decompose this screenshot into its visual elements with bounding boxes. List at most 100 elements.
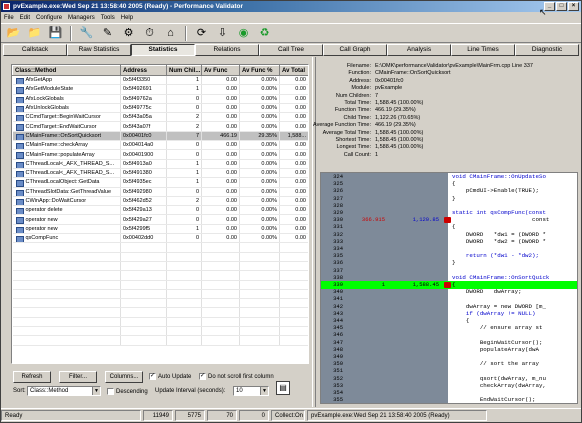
- tab-analysis[interactable]: Analysis: [387, 44, 451, 56]
- column-header[interactable]: Av Func %: [239, 65, 280, 76]
- source-code-view[interactable]: 324 void CMainFrame::OnUpdateSo 325{326 pC…: [320, 172, 578, 404]
- menu-item-managers[interactable]: Managers: [68, 15, 95, 21]
- empty-cell: [239, 335, 280, 346]
- empty-cell: [12, 270, 121, 281]
- close-button[interactable]: ×: [568, 2, 579, 11]
- folder-icon[interactable]: 📁: [26, 25, 43, 42]
- column-header[interactable]: Class::Method: [12, 65, 121, 76]
- table-row[interactable]: CCmdTarget::EndWaitCursor 0x5f43a07f 2 0.00…: [12, 121, 308, 132]
- table-row[interactable]: CThreadLocal<_AFX_THREAD_S... 0x5f491380 1…: [12, 168, 308, 179]
- empty-row: [12, 270, 308, 281]
- table-row[interactable]: operator new 0x5f4299f5 1 0.00 0.00% 0.00: [12, 224, 308, 235]
- status-field: 0: [239, 410, 269, 421]
- table-row[interactable]: CThreadSlotData::GetThreadValue 0x5f49298…: [12, 187, 308, 197]
- empty-row: [12, 298, 308, 309]
- table-row[interactable]: CMainFrame::checkArray 0x004014a0 0 0.00 0.0…: [12, 140, 308, 151]
- empty-cell: [279, 335, 308, 346]
- column-header[interactable]: Av Func: [201, 65, 240, 76]
- status-field: 11949: [143, 410, 173, 421]
- empty-cell: [239, 242, 280, 253]
- table-row[interactable]: CWinApp::DoWaitCursor 0x5f462d52 2 0.00 0.00…: [12, 196, 308, 207]
- column-header[interactable]: Av Total: [279, 65, 308, 76]
- tab-relations[interactable]: Relations: [195, 44, 259, 56]
- settings-icon[interactable]: ⚙: [120, 25, 137, 42]
- table-row[interactable]: AfxGetApp 0x5f4f3350 1 0.00 0.00% 0.00: [12, 75, 308, 86]
- menu-item-help[interactable]: Help: [121, 15, 133, 21]
- tab-callstack[interactable]: Callstack: [3, 44, 67, 56]
- descending-checkbox[interactable]: Descending: [107, 388, 148, 395]
- export-icon[interactable]: ⇩: [214, 25, 231, 42]
- table-row[interactable]: operator new 0x5f429a27 0 0.00 0.00% 0.00: [12, 214, 308, 225]
- table-cell: 0.00: [279, 187, 308, 197]
- refresh-icon[interactable]: ⟳: [193, 25, 210, 42]
- empty-cell: [166, 252, 202, 262]
- tab-statistics[interactable]: Statistics: [131, 44, 195, 56]
- no-scroll-box[interactable]: ✓: [199, 373, 206, 380]
- auto-update-box[interactable]: ✓: [149, 373, 156, 380]
- table-cell: CThreadLocal<_AFX_THREAD_S...: [12, 168, 121, 179]
- table-cell: 1: [166, 224, 202, 235]
- descending-box[interactable]: [107, 388, 114, 395]
- globe-icon[interactable]: ◉: [235, 25, 252, 42]
- statistics-grid[interactable]: Class::Method Address Num Chil... Av Func Av…: [11, 64, 309, 364]
- column-header[interactable]: Address: [120, 65, 167, 76]
- empty-cell: [120, 317, 167, 328]
- table-cell: 1: [166, 159, 202, 169]
- table-row[interactable]: operator delete 0x5f429a13 0 0.00 0.00% 0.00: [12, 205, 308, 216]
- tab-call-graph[interactable]: Call Graph: [323, 44, 387, 56]
- table-row[interactable]: AfxUnlockGlobals 0x5f49775c 0 0.00 0.00% 0.00: [12, 103, 308, 114]
- table-cell: 0.00: [201, 177, 240, 188]
- table-row[interactable]: CMainFrame::populateArray 0x00401900 0 0.00…: [12, 149, 308, 160]
- table-row[interactable]: CCmdTarget::BeginWaitCursor 0x5f43a05a 2 0.…: [12, 112, 308, 123]
- table-cell: 0.00: [201, 94, 240, 104]
- wand-icon[interactable]: ✎: [99, 25, 116, 42]
- menu-item-file[interactable]: File: [4, 15, 14, 21]
- no-scroll-checkbox[interactable]: ✓ Do not scroll first column: [199, 373, 274, 380]
- splitter[interactable]: [312, 57, 316, 407]
- maximize-button[interactable]: □: [556, 2, 567, 11]
- open-icon[interactable]: 📂: [5, 25, 22, 42]
- menu-item-tools[interactable]: Tools: [101, 15, 115, 21]
- table-cell: CThreadLocalObject::GetData: [12, 177, 121, 188]
- toolbar-separator: [185, 25, 187, 41]
- table-row[interactable]: CThreadLocal<_AFX_THREAD_S... 0x5f4913a0 1…: [12, 159, 308, 169]
- table-cell: 0: [166, 149, 202, 160]
- refresh-button[interactable]: Refresh: [13, 371, 51, 383]
- info-key: Address:: [349, 77, 371, 84]
- tab-diagnostic[interactable]: Diagnostic: [515, 44, 579, 56]
- empty-cell: [279, 242, 308, 253]
- table-cell: 0.00: [279, 196, 308, 207]
- stopwatch-icon[interactable]: ⏱: [141, 25, 158, 42]
- table-row[interactable]: CThreadLocalObject::GetData 0x5f4935ec 1 0.…: [12, 177, 308, 188]
- auto-update-checkbox[interactable]: ✓ Auto Update: [149, 373, 191, 380]
- empty-cell: [279, 317, 308, 328]
- save-icon[interactable]: 💾: [47, 25, 64, 42]
- wizard-icon[interactable]: 🔧: [78, 25, 95, 42]
- sort-select[interactable]: Class::Method ▼: [27, 386, 101, 396]
- tab-raw-statistics[interactable]: Raw Statistics: [67, 44, 131, 56]
- info-key: Average Function Time:: [313, 122, 371, 129]
- tab-call-tree[interactable]: Call Tree: [259, 44, 323, 56]
- info-key: Function:: [348, 70, 371, 77]
- table-row[interactable]: AfxLockGlobals 0x5f49762a 0 0.00 0.00% 0.00: [12, 94, 308, 104]
- mouse-cursor-icon: ↖: [539, 7, 547, 17]
- update-interval-select[interactable]: 10 ▼: [233, 386, 269, 396]
- tab-line-times[interactable]: Line Times: [451, 44, 515, 56]
- column-header[interactable]: Num Chil...: [166, 65, 202, 76]
- table-cell: 0.00: [279, 84, 308, 95]
- menu-item-configure[interactable]: Configure: [36, 15, 62, 21]
- table-row[interactable]: CMainFrame::OnSortQuicksort 0x00401fc0 7 46…: [12, 131, 308, 142]
- empty-cell: [201, 335, 240, 346]
- menu-item-edit[interactable]: Edit: [20, 15, 30, 21]
- filter-button[interactable]: Filter...: [59, 371, 97, 383]
- table-row[interactable]: qsCompFunc 0x00402dd0 0 0.00 0.00% 0.00: [12, 233, 308, 244]
- table-cell: 0.00%: [239, 149, 280, 160]
- no-scroll-label: Do not scroll first column: [208, 373, 274, 380]
- recycle-icon[interactable]: ♻: [256, 25, 273, 42]
- grid-view-icon[interactable]: ▤: [276, 381, 290, 395]
- table-row[interactable]: AfxGetModuleState 0x5f492691 1 0.00 0.00% 0.0…: [12, 84, 308, 95]
- empty-cell: [201, 317, 240, 328]
- title-bar[interactable]: pvExample.exe:Wed Sep 21 13:58:40 2005 (…: [1, 1, 581, 12]
- columns-button[interactable]: Columns...: [105, 371, 143, 383]
- home-icon[interactable]: ⌂: [162, 25, 179, 42]
